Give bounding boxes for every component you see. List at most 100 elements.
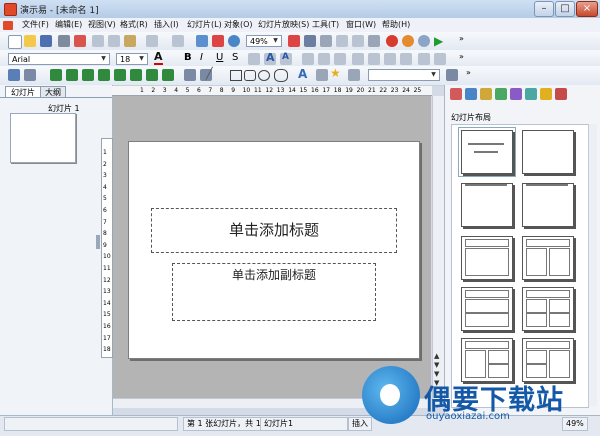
- outdent-icon[interactable]: [400, 53, 412, 65]
- more-icon[interactable]: »: [459, 34, 464, 43]
- bullets-icon[interactable]: [352, 53, 364, 65]
- insert-media-icon[interactable]: [98, 69, 110, 81]
- layout-title-slide[interactable]: [458, 127, 516, 177]
- record-icon[interactable]: [386, 35, 398, 47]
- text-box-icon[interactable]: [288, 35, 300, 47]
- menu-object[interactable]: 对象(O): [224, 19, 253, 30]
- star-icon[interactable]: ★: [330, 66, 341, 80]
- open-icon[interactable]: [24, 35, 36, 47]
- color-tab-icon[interactable]: [480, 88, 492, 100]
- menu-help[interactable]: 帮助(H): [382, 19, 410, 30]
- title-placeholder[interactable]: 单击添加标题: [151, 208, 397, 253]
- layout-title-only[interactable]: [461, 183, 513, 227]
- symbol-icon[interactable]: [368, 35, 380, 47]
- layout-two-column[interactable]: [522, 236, 574, 280]
- distribute-icon[interactable]: [316, 69, 328, 81]
- transition-tab-icon[interactable]: [510, 88, 522, 100]
- print-icon[interactable]: [58, 35, 70, 47]
- bold-icon[interactable]: B: [184, 52, 192, 63]
- line-icon[interactable]: ╱: [206, 67, 213, 80]
- layout-tab-icon[interactable]: [450, 88, 462, 100]
- settings-icon[interactable]: [418, 35, 430, 47]
- grid-table-icon[interactable]: [24, 69, 36, 81]
- decrease-font-icon[interactable]: A: [282, 52, 289, 62]
- save-icon[interactable]: [40, 35, 52, 47]
- redo-icon[interactable]: [172, 35, 184, 47]
- close-button[interactable]: ×: [576, 1, 598, 17]
- image-icon[interactable]: [304, 35, 316, 47]
- font-color-icon[interactable]: A: [154, 51, 163, 65]
- layout-title-content[interactable]: [522, 183, 574, 227]
- menu-tools[interactable]: 工具(T): [312, 19, 339, 30]
- gallery-scrollbar[interactable]: [588, 124, 597, 406]
- layout-blank[interactable]: [522, 130, 574, 174]
- clipart-tab-icon[interactable]: [525, 88, 537, 100]
- paste-icon[interactable]: [124, 35, 136, 47]
- increase-font-icon[interactable]: A: [266, 51, 275, 64]
- menu-view[interactable]: 视图(V): [88, 19, 116, 30]
- subtitle-placeholder[interactable]: 单击添加副标题: [172, 263, 376, 321]
- grid-icon[interactable]: [212, 35, 224, 47]
- search-tab-icon[interactable]: [555, 88, 567, 100]
- align-left-icon[interactable]: [248, 53, 260, 65]
- design-tab-icon[interactable]: [465, 88, 477, 100]
- chart-icon[interactable]: [320, 35, 332, 47]
- view-options-icon[interactable]: [446, 69, 458, 81]
- group-icon[interactable]: [184, 69, 196, 81]
- insert-object-icon[interactable]: [162, 69, 174, 81]
- more-icon[interactable]: »: [466, 68, 471, 77]
- style-select[interactable]: ▼: [368, 69, 440, 81]
- cut-icon[interactable]: [92, 35, 104, 47]
- rounded-rect-icon[interactable]: [244, 70, 256, 81]
- wordart-icon[interactable]: A: [298, 67, 307, 81]
- undo-icon[interactable]: [146, 35, 158, 47]
- insert-video-icon[interactable]: [130, 69, 142, 81]
- animation-tab-icon[interactable]: [495, 88, 507, 100]
- arrange-icon[interactable]: [348, 69, 360, 81]
- layout-four-content[interactable]: [522, 287, 574, 331]
- play-icon[interactable]: ▶: [434, 34, 443, 48]
- gallery-tab-icon[interactable]: [540, 88, 552, 100]
- indent-icon[interactable]: [384, 53, 396, 65]
- copy-icon[interactable]: [108, 35, 120, 47]
- menu-insert[interactable]: 插入(I): [154, 19, 179, 30]
- columns-icon[interactable]: [418, 53, 430, 65]
- action-icon[interactable]: [402, 35, 414, 47]
- layout-content-left[interactable]: [461, 338, 513, 382]
- shapes-icon[interactable]: [274, 69, 288, 82]
- insert-shape-icon[interactable]: [66, 69, 78, 81]
- underline-icon[interactable]: U: [216, 52, 223, 63]
- insert-flash-icon[interactable]: [146, 69, 158, 81]
- panel-splitter[interactable]: [96, 235, 100, 249]
- font-select[interactable]: Arial ▼: [8, 53, 110, 65]
- insert-image-icon[interactable]: [50, 69, 62, 81]
- menu-slideshow[interactable]: 幻灯片放映(S): [258, 19, 309, 30]
- justify-icon[interactable]: [302, 53, 314, 65]
- menu-slide[interactable]: 幻灯片(L): [187, 19, 222, 30]
- layout-title-text[interactable]: [461, 236, 513, 280]
- layout-content-right[interactable]: [522, 338, 574, 382]
- menu-window[interactable]: 窗口(W): [346, 19, 376, 30]
- more-icon[interactable]: »: [459, 52, 464, 61]
- layout-icon[interactable]: [8, 69, 20, 81]
- pdf-icon[interactable]: [74, 35, 86, 47]
- zoom-icon[interactable]: [228, 35, 240, 47]
- insert-chart-icon[interactable]: [82, 69, 94, 81]
- strikethrough-icon[interactable]: S: [232, 52, 238, 63]
- minimize-button[interactable]: –: [534, 1, 554, 17]
- new-icon[interactable]: [8, 35, 22, 49]
- maximize-button[interactable]: □: [555, 1, 575, 17]
- slide-thumbnail[interactable]: [10, 113, 76, 163]
- menu-edit[interactable]: 编辑(E): [55, 19, 82, 30]
- italic-icon[interactable]: I: [200, 52, 203, 63]
- ellipse-icon[interactable]: [258, 70, 270, 81]
- font-size-select[interactable]: 18 ▼: [116, 53, 148, 65]
- menu-file[interactable]: 文件(F): [22, 19, 49, 30]
- text-direction-icon[interactable]: [434, 53, 446, 65]
- format-painter-icon[interactable]: [336, 35, 348, 47]
- line-spacing-icon[interactable]: [318, 53, 330, 65]
- numbering-icon[interactable]: [368, 53, 380, 65]
- layout-text-rows[interactable]: [461, 287, 513, 331]
- insert-audio-icon[interactable]: [114, 69, 126, 81]
- spell-icon[interactable]: [352, 35, 364, 47]
